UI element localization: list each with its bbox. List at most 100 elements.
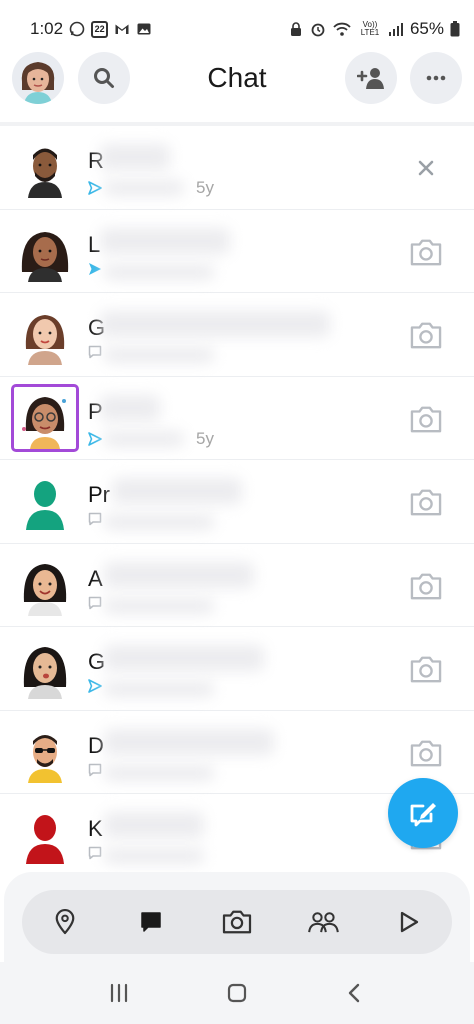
sent-arrow-icon xyxy=(89,262,101,275)
blurred-preview xyxy=(104,764,214,781)
chat-icon xyxy=(141,912,161,932)
nav-camera-button[interactable] xyxy=(209,894,265,950)
camera-icon xyxy=(410,322,442,349)
whatsapp-icon xyxy=(69,21,85,37)
blurred-name xyxy=(100,144,170,170)
blurred-name xyxy=(100,311,330,337)
sent-arrow-icon xyxy=(88,431,102,446)
chat-row[interactable]: G xyxy=(0,293,474,377)
dismiss-button[interactable] xyxy=(408,150,444,186)
camera-reply-button[interactable] xyxy=(408,317,444,353)
sent-arrow-icon xyxy=(88,181,102,195)
lock-icon xyxy=(290,22,301,36)
nav-chat-button[interactable] xyxy=(123,894,179,950)
header: Chat xyxy=(0,50,474,112)
bitmoji-avatar-icon xyxy=(28,148,62,198)
bitmoji-avatar-icon[interactable] xyxy=(11,383,79,452)
camera-reply-button[interactable] xyxy=(408,651,444,687)
compose-icon xyxy=(410,803,436,827)
chat-time: 5y xyxy=(196,428,214,448)
camera-icon xyxy=(410,239,442,265)
gmail-icon xyxy=(115,24,129,34)
blurred-name xyxy=(112,478,242,504)
camera-icon xyxy=(222,910,252,934)
chat-name: A xyxy=(88,565,103,591)
chat-status xyxy=(88,596,102,610)
chat-name: L xyxy=(88,231,101,257)
chat-row[interactable]: R 5y xyxy=(0,126,474,210)
chat-bubble-icon xyxy=(88,763,102,776)
nav-friends-button[interactable] xyxy=(295,894,351,950)
page-title: Chat xyxy=(207,62,267,93)
bitmoji-avatar-icon xyxy=(23,647,67,699)
status-left: 1:02 22 xyxy=(30,19,152,39)
blurred-preview xyxy=(104,180,184,196)
chat-row[interactable]: D xyxy=(0,711,474,794)
back-icon[interactable] xyxy=(343,981,367,1005)
chat-name: G xyxy=(88,649,106,674)
battery-icon xyxy=(450,21,460,37)
chat-bubble-icon xyxy=(88,512,102,526)
blurred-preview xyxy=(104,263,214,280)
blurred-name xyxy=(100,227,230,254)
system-nav-bar xyxy=(0,962,474,1024)
chat-row[interactable]: L xyxy=(0,210,474,293)
chat-name: K xyxy=(88,816,103,841)
wifi-icon xyxy=(333,22,351,36)
chat-time: 5y xyxy=(196,178,214,197)
bitmoji-avatar-icon xyxy=(25,315,65,365)
blurred-name xyxy=(104,728,274,755)
new-chat-button[interactable] xyxy=(388,778,458,848)
blurred-preview xyxy=(104,681,214,697)
chat-bubble-icon xyxy=(88,345,102,359)
chat-name: D xyxy=(88,732,104,758)
blurred-name xyxy=(104,812,204,838)
chat-status xyxy=(88,262,102,276)
chat-status xyxy=(88,512,102,526)
status-right: Vo)) LTE1 65% xyxy=(288,19,460,39)
nav-spotlight-button[interactable] xyxy=(381,894,437,950)
chat-bubble-icon xyxy=(88,596,102,609)
camera-icon xyxy=(410,489,442,516)
home-icon[interactable] xyxy=(225,981,249,1005)
camera-reply-button[interactable] xyxy=(408,568,444,604)
blurred-name xyxy=(104,561,254,588)
add-friend-icon xyxy=(357,68,384,89)
camera-icon xyxy=(410,406,442,432)
chat-row[interactable]: G xyxy=(0,627,474,711)
bitmoji-avatar-icon xyxy=(21,231,69,282)
chat-row[interactable]: Pr xyxy=(0,460,474,544)
camera-reply-button[interactable] xyxy=(408,234,444,270)
blurred-name xyxy=(100,394,160,421)
recent-apps-icon[interactable] xyxy=(107,981,131,1005)
more-options-button[interactable] xyxy=(410,52,462,104)
blurred-preview xyxy=(104,848,204,864)
close-icon xyxy=(418,160,434,176)
bottom-nav-panel xyxy=(4,872,470,964)
play-icon xyxy=(400,911,419,933)
blurred-preview xyxy=(104,597,214,614)
camera-reply-button[interactable] xyxy=(408,484,444,520)
calendar-icon: 22 xyxy=(91,20,109,38)
chat-name: Pr xyxy=(88,482,110,507)
more-dots-icon xyxy=(426,75,446,81)
chat-bubble-icon xyxy=(88,846,102,860)
blurred-preview xyxy=(104,347,214,363)
chat-status xyxy=(88,345,102,359)
nav-map-button[interactable] xyxy=(37,894,93,950)
camera-reply-button[interactable] xyxy=(408,735,444,771)
camera-icon xyxy=(410,656,442,683)
default-avatar-icon xyxy=(26,481,64,530)
chat-status xyxy=(88,763,102,777)
sent-arrow-icon xyxy=(88,679,102,693)
camera-reply-button[interactable] xyxy=(408,401,444,437)
status-time: 1:02 xyxy=(30,19,64,38)
chat-status xyxy=(88,679,102,693)
signal-icon xyxy=(388,23,403,36)
chat-list[interactable]: R 5y L G P 5y Pr A G D K xyxy=(0,126,474,876)
chat-row[interactable]: P 5y xyxy=(0,377,474,460)
chat-row[interactable]: A xyxy=(0,544,474,627)
add-friend-button[interactable] xyxy=(345,52,397,104)
blurred-preview xyxy=(104,430,184,447)
blurred-preview xyxy=(104,514,214,530)
